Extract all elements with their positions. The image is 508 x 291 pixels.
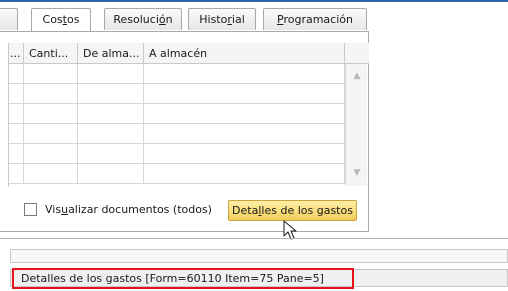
table-cell[interactable] bbox=[9, 124, 24, 144]
table-row[interactable] bbox=[9, 104, 369, 124]
table-cell[interactable] bbox=[9, 64, 24, 84]
checkbox-label-accel: u bbox=[61, 203, 69, 216]
tab-historial-label-post: ial bbox=[231, 13, 245, 26]
tab-resolucion-label-accel: ó bbox=[158, 13, 166, 26]
expense-details-label-post: les de los gastos bbox=[261, 204, 353, 217]
tab-programacion[interactable]: Programación bbox=[263, 8, 367, 30]
table-cell[interactable] bbox=[9, 144, 24, 164]
scroll-up-arrow-icon[interactable]: ▲ bbox=[351, 71, 363, 81]
tab-previous-partial[interactable] bbox=[0, 8, 18, 30]
grid-vertical-scrollbar[interactable]: ▲ ▼ bbox=[345, 64, 367, 186]
table-cell[interactable] bbox=[144, 104, 345, 124]
status-message-highlight-box bbox=[12, 268, 354, 289]
expense-details-label-pre: Deta bbox=[232, 204, 259, 217]
table-row[interactable] bbox=[9, 144, 369, 164]
column-header-truncated[interactable]: ... bbox=[9, 43, 24, 64]
show-all-documents-label[interactable]: Visualizar documentos (todos) bbox=[45, 203, 212, 216]
tab-strip: Costos Resolución Historial Programación bbox=[0, 8, 508, 32]
table-cell[interactable] bbox=[24, 84, 78, 104]
table-cell[interactable] bbox=[24, 64, 78, 84]
progress-bar-empty bbox=[10, 249, 508, 263]
table-row[interactable] bbox=[9, 84, 369, 104]
table-row[interactable] bbox=[9, 164, 369, 184]
table-cell[interactable] bbox=[144, 164, 345, 184]
table-cell[interactable] bbox=[78, 64, 144, 84]
tab-programacion-label-post: rogramación bbox=[283, 13, 353, 26]
window-top-border bbox=[0, 0, 508, 2]
table-cell[interactable] bbox=[144, 144, 345, 164]
table-cell[interactable] bbox=[9, 164, 24, 184]
tab-costos-label-post: os bbox=[67, 13, 80, 26]
cost-lines-grid[interactable]: ... Canti... De alma... A almacén ▲ ▼ bbox=[8, 43, 369, 187]
checkbox-label-post: alizar documentos (todos) bbox=[68, 203, 212, 216]
tab-costos-label-pre: Cos bbox=[42, 13, 63, 26]
table-row[interactable] bbox=[9, 64, 369, 84]
table-cell[interactable] bbox=[78, 164, 144, 184]
table-cell[interactable] bbox=[78, 124, 144, 144]
column-header-cantidad[interactable]: Canti... bbox=[24, 43, 78, 64]
table-cell[interactable] bbox=[144, 64, 345, 84]
column-header-de-almacen[interactable]: De alma... bbox=[78, 43, 144, 64]
tab-historial[interactable]: Historial bbox=[188, 8, 256, 30]
checkbox-label-pre: Vis bbox=[45, 203, 62, 216]
column-header-a-almacen[interactable]: A almacén bbox=[144, 43, 345, 64]
expense-details-button[interactable]: Detalles de los gastos bbox=[228, 200, 357, 221]
table-cell[interactable] bbox=[144, 124, 345, 144]
table-row[interactable] bbox=[9, 124, 369, 144]
table-cell[interactable] bbox=[78, 104, 144, 124]
table-cell[interactable] bbox=[144, 84, 345, 104]
tab-historial-label-pre: Histo bbox=[199, 13, 228, 26]
table-cell[interactable] bbox=[24, 144, 78, 164]
table-cell[interactable] bbox=[24, 104, 78, 124]
table-cell[interactable] bbox=[78, 144, 144, 164]
column-header-spacer bbox=[345, 43, 369, 64]
table-cell[interactable] bbox=[78, 84, 144, 104]
table-cell[interactable] bbox=[24, 124, 78, 144]
tab-resolucion-label-post: n bbox=[165, 13, 173, 26]
tab-resolucion-label-pre: Resoluci bbox=[113, 13, 159, 26]
table-cell[interactable] bbox=[24, 164, 78, 184]
tab-costos[interactable]: Costos bbox=[31, 8, 91, 32]
scroll-down-arrow-icon[interactable]: ▼ bbox=[351, 168, 363, 178]
table-cell[interactable] bbox=[9, 104, 24, 124]
table-cell[interactable] bbox=[9, 84, 24, 104]
section-divider bbox=[0, 238, 508, 239]
show-all-documents-checkbox[interactable] bbox=[24, 203, 37, 216]
tab-resolucion[interactable]: Resolución bbox=[104, 8, 182, 30]
